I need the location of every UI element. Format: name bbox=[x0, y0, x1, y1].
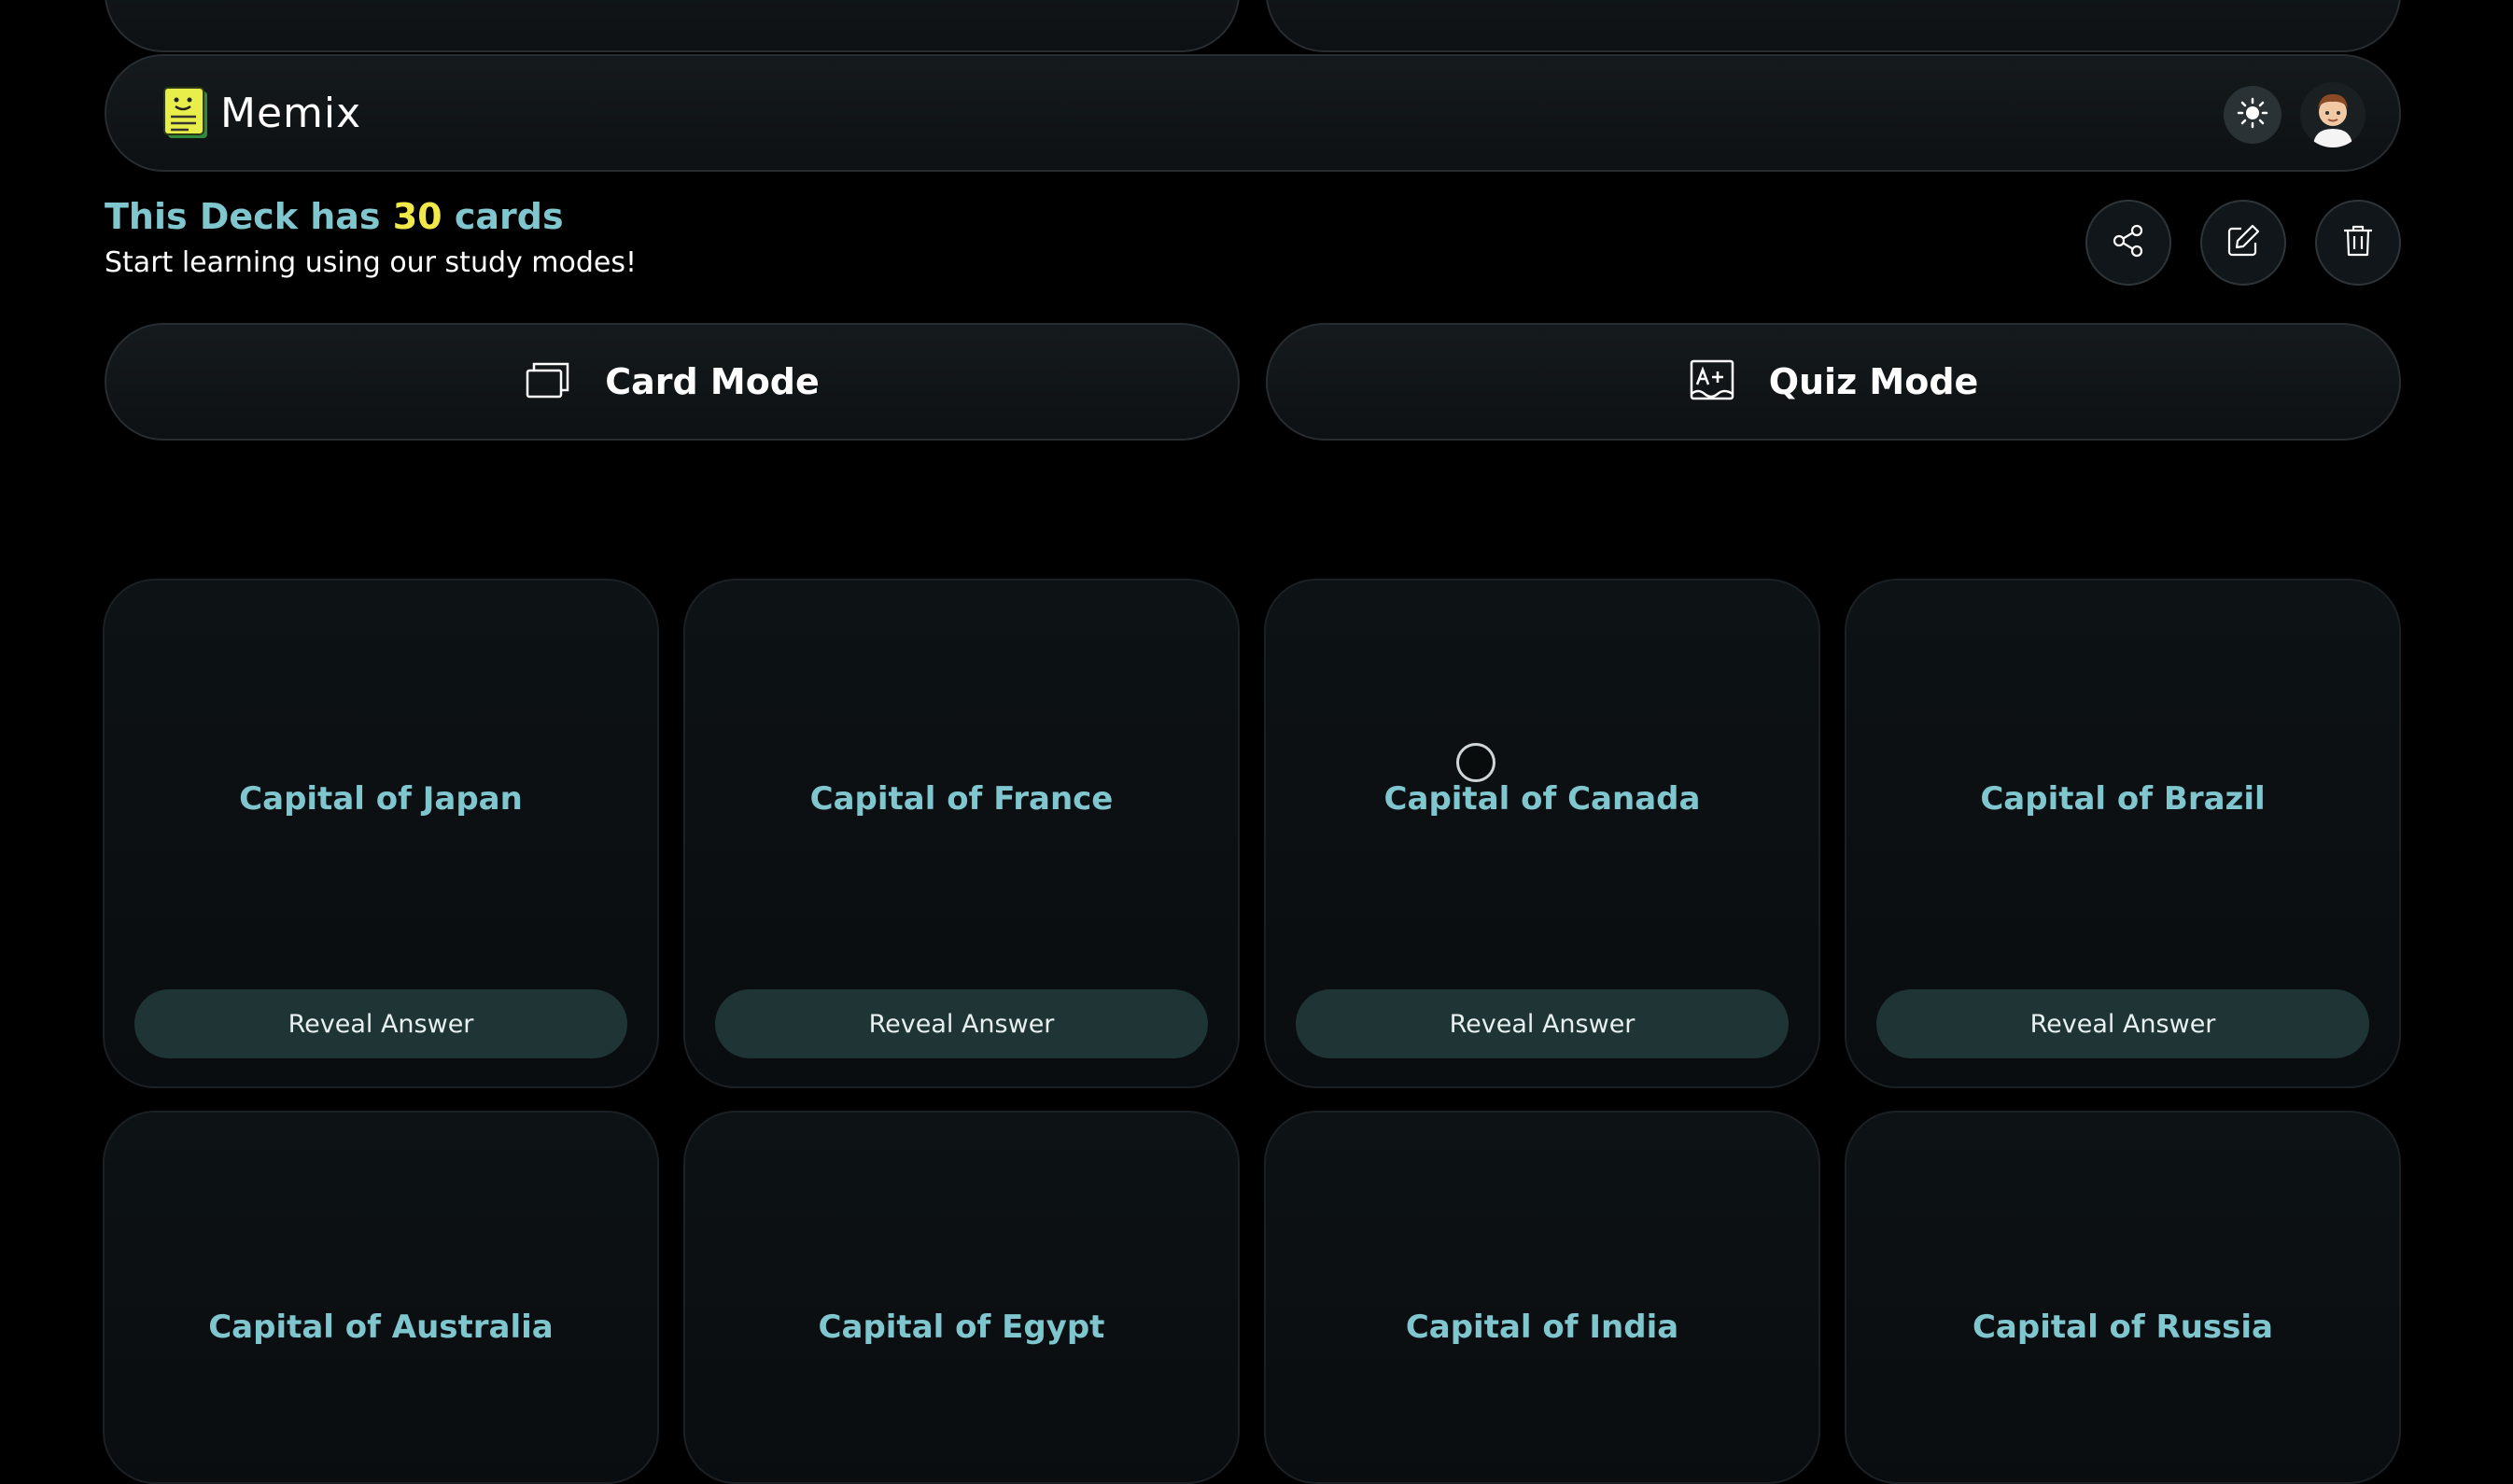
cards-stack-icon bbox=[525, 359, 571, 404]
card-question: Capital of India bbox=[1405, 1309, 1679, 1346]
quiz-mode-button[interactable]: Quiz Mode bbox=[1266, 323, 2401, 441]
reveal-answer-button[interactable]: Reveal Answer bbox=[1876, 989, 2369, 1058]
card-question: Capital of Australia bbox=[208, 1309, 554, 1346]
deck-title: This Deck has 30 cards bbox=[105, 196, 564, 237]
edit-icon bbox=[2225, 222, 2262, 263]
deck-subtitle: Start learning using our study modes! bbox=[105, 246, 638, 279]
scrolled-panel-left bbox=[105, 0, 1240, 52]
card-count: 30 bbox=[392, 196, 442, 237]
flashcard[interactable]: Capital of Japan Reveal Answer bbox=[103, 579, 659, 1088]
flashcard[interactable]: Capital of Canada Reveal Answer bbox=[1264, 579, 1820, 1088]
trash-icon bbox=[2339, 222, 2377, 263]
quiz-mode-label: Quiz Mode bbox=[1768, 361, 1979, 402]
card-question: Capital of Brazil bbox=[1980, 780, 2266, 818]
card-question: Capital of Japan bbox=[239, 780, 523, 818]
reveal-answer-button[interactable]: Reveal Answer bbox=[1296, 989, 1789, 1058]
flashcard[interactable]: Capital of Australia bbox=[103, 1111, 659, 1484]
navbar: Memix bbox=[105, 54, 2401, 172]
card-question: Capital of Russia bbox=[1972, 1309, 2274, 1346]
card-question: Capital of Canada bbox=[1383, 780, 1701, 818]
reveal-answer-button[interactable]: Reveal Answer bbox=[715, 989, 1208, 1058]
deck-title-suffix: cards bbox=[442, 196, 564, 237]
share-icon bbox=[2110, 222, 2147, 263]
flashcard[interactable]: Capital of Egypt bbox=[683, 1111, 1240, 1484]
user-avatar[interactable] bbox=[2300, 82, 2366, 147]
edit-deck-button[interactable] bbox=[2200, 200, 2286, 286]
flashcard[interactable]: Capital of Brazil Reveal Answer bbox=[1845, 579, 2401, 1088]
flashcard[interactable]: Capital of India bbox=[1264, 1111, 1820, 1484]
theme-toggle-button[interactable] bbox=[2224, 86, 2281, 144]
share-button[interactable] bbox=[2085, 200, 2171, 286]
reveal-answer-button[interactable]: Reveal Answer bbox=[134, 989, 627, 1058]
mouse-cursor-indicator bbox=[1456, 743, 1495, 782]
card-mode-button[interactable]: Card Mode bbox=[105, 323, 1240, 441]
flashcard[interactable]: Capital of France Reveal Answer bbox=[683, 579, 1240, 1088]
flashcard[interactable]: Capital of Russia bbox=[1845, 1111, 2401, 1484]
card-question: Capital of France bbox=[809, 780, 1114, 818]
brand-name[interactable]: Memix bbox=[220, 90, 361, 137]
delete-deck-button[interactable] bbox=[2315, 200, 2401, 286]
card-question: Capital of Egypt bbox=[818, 1309, 1105, 1346]
sun-icon bbox=[2237, 97, 2268, 133]
notepad-icon[interactable] bbox=[161, 86, 213, 142]
scrolled-panel-right bbox=[1266, 0, 2401, 52]
card-mode-label: Card Mode bbox=[605, 361, 820, 402]
quiz-grade-icon bbox=[1689, 358, 1735, 405]
deck-title-prefix: This Deck has bbox=[105, 196, 393, 237]
